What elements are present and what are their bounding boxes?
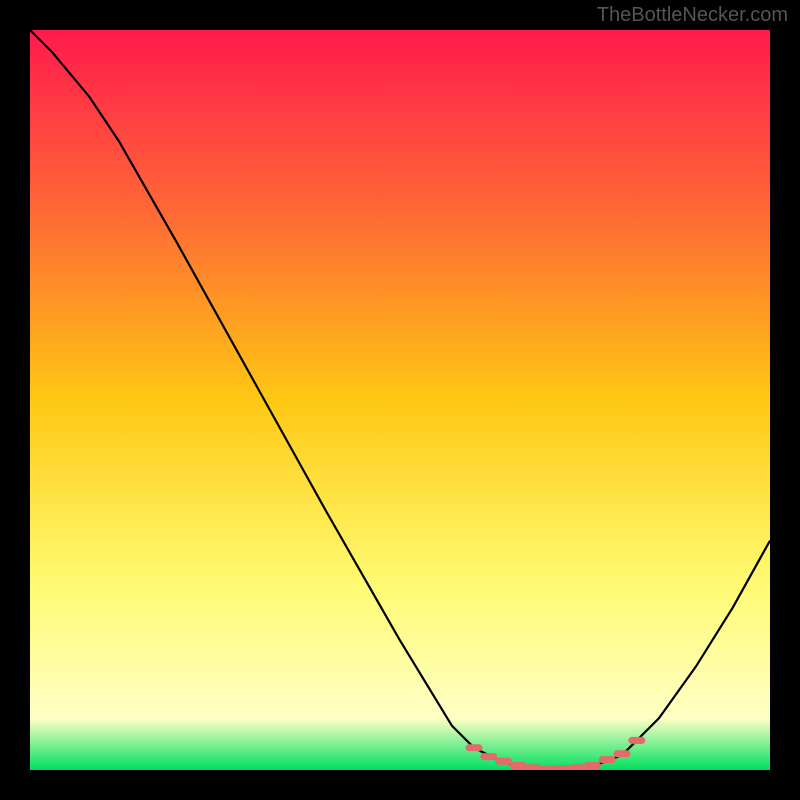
chart-container: TheBottleNecker.com: [0, 0, 800, 800]
chart-svg: [30, 30, 770, 770]
gradient-background: [30, 30, 770, 770]
watermark-text: TheBottleNecker.com: [597, 4, 788, 27]
plot-area: [30, 30, 770, 770]
